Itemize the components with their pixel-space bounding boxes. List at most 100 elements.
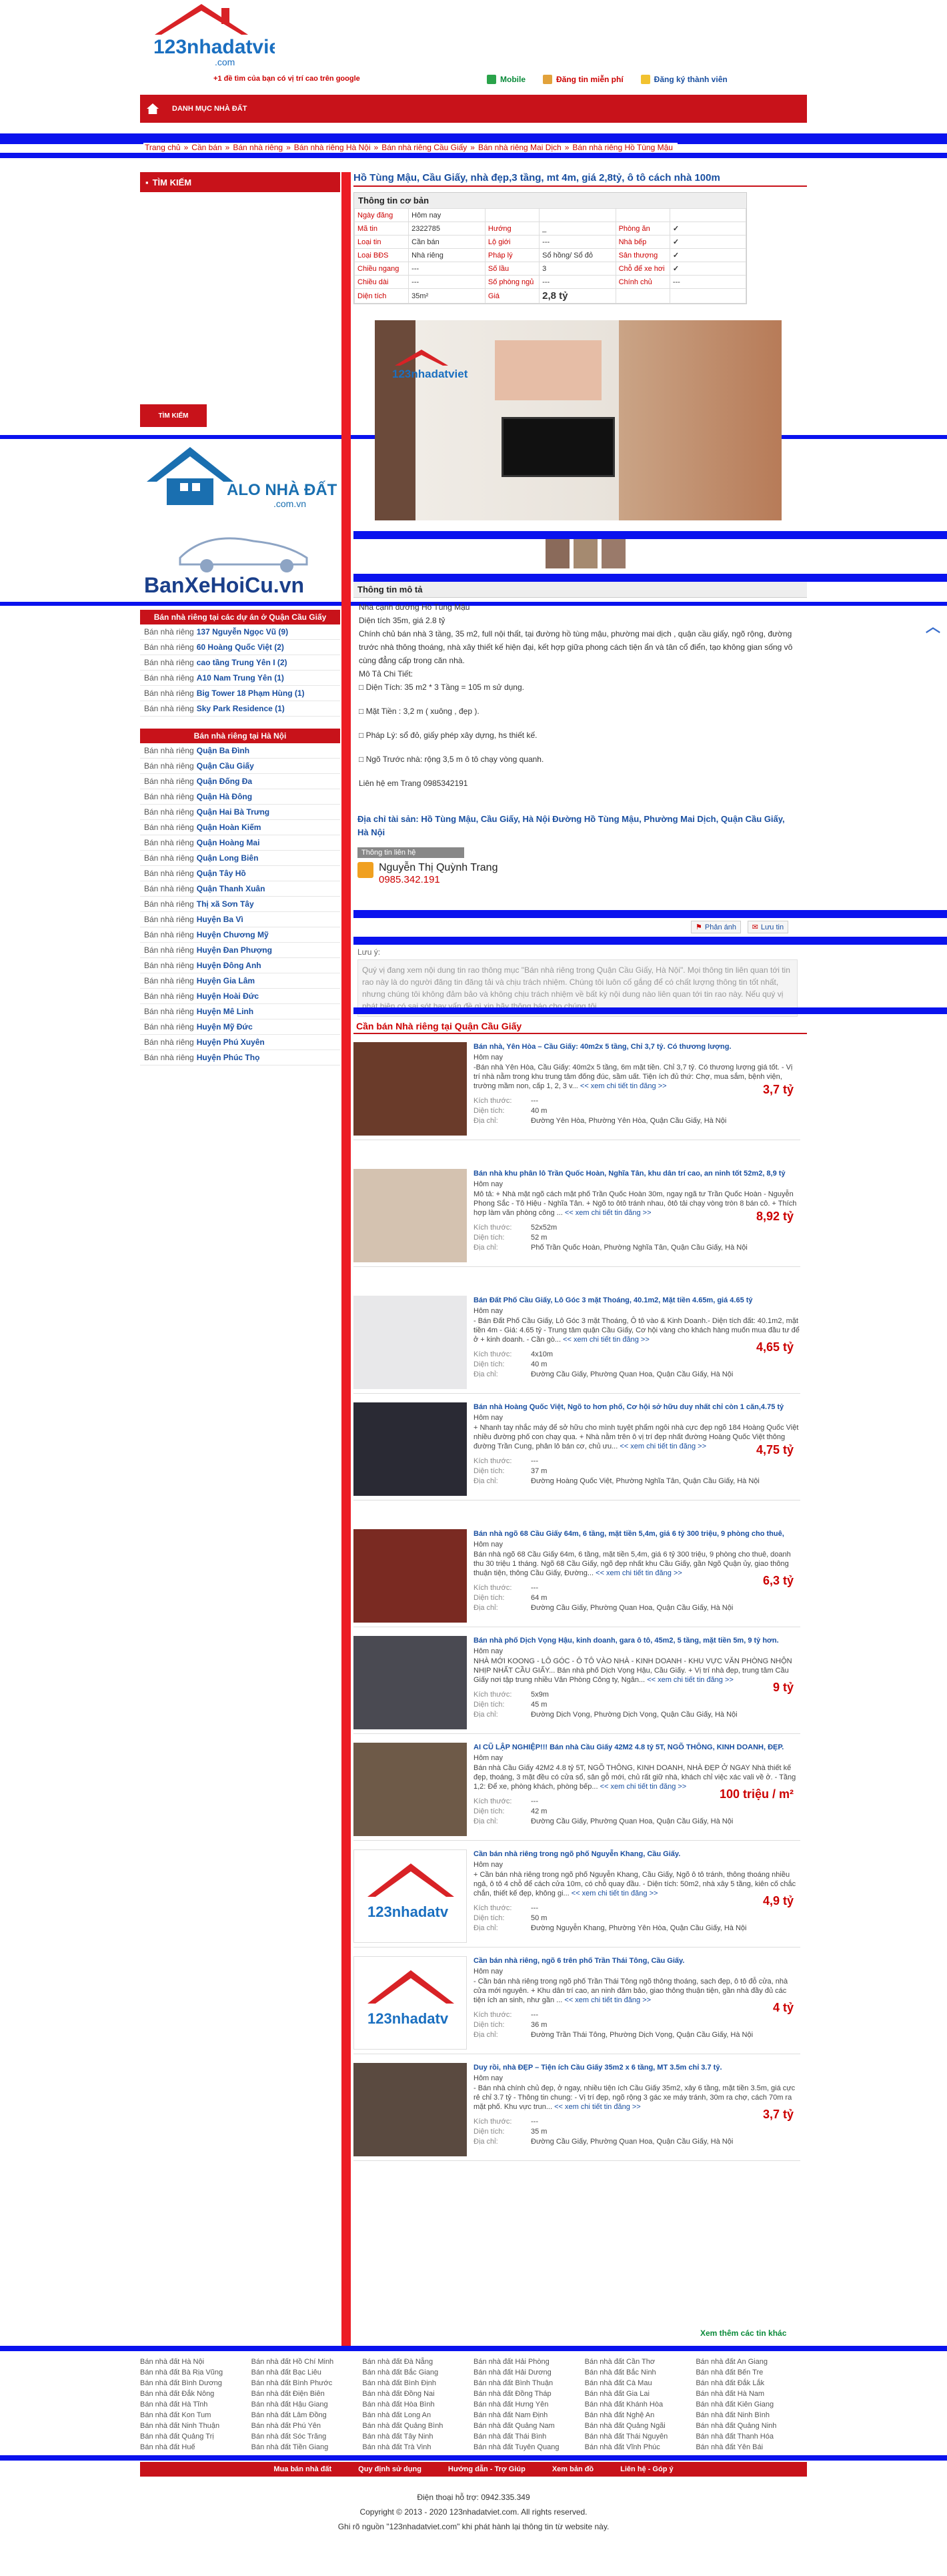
crumb-item[interactable]: Bán nhà riêng Mai Dịch: [478, 143, 562, 152]
footer-link[interactable]: Bán nhà đất Phú Yên: [251, 2422, 363, 2430]
crumb-item[interactable]: Bán nhà riêng: [233, 143, 283, 152]
listing-title[interactable]: Bán nhà khu phân lô Trần Quốc Hoàn, Nghĩ…: [474, 1169, 800, 1179]
crumb-home[interactable]: Trang chủ: [145, 143, 181, 152]
footer-link[interactable]: Bán nhà đất Bà Rịa Vũng: [140, 2369, 251, 2377]
footer-link[interactable]: Bán nhà đất Yên Bái: [696, 2443, 807, 2451]
footer-link[interactable]: Bán nhà đất Tây Ninh: [362, 2433, 474, 2441]
list-item[interactable]: Bán nhà riêng Sky Park Residence (1): [140, 701, 340, 717]
footer-link[interactable]: Bán nhà đất Bến Tre: [696, 2369, 807, 2377]
view-detail-link[interactable]: << xem chi tiết tin đăng >>: [563, 1336, 650, 1344]
footer-link[interactable]: Bán nhà đất Bắc Giang: [362, 2369, 474, 2377]
listing-thumbnail[interactable]: [353, 1042, 467, 1136]
footer-menu-item[interactable]: Quy định sử dụng: [358, 2465, 421, 2473]
footer-link[interactable]: Bán nhà đất Hậu Giang: [251, 2401, 363, 2409]
footer-menu-item[interactable]: Xem bản đồ: [552, 2465, 594, 2473]
footer-link[interactable]: Bán nhà đất Long An: [362, 2411, 474, 2419]
footer-link[interactable]: Bán nhà đất Bắc Ninh: [585, 2369, 696, 2377]
footer-link[interactable]: Bán nhà đất Quảng Ninh: [696, 2422, 807, 2430]
view-detail-link[interactable]: << xem chi tiết tin đăng >>: [596, 1569, 682, 1577]
banxehoicu-ad[interactable]: BanXeHoiCu.vn: [140, 518, 340, 598]
footer-link[interactable]: Bán nhà đất Thái Nguyên: [585, 2433, 696, 2441]
footer-link[interactable]: Bán nhà đất Đắk Lắk: [696, 2379, 807, 2387]
list-item[interactable]: Bán nhà riêng Huyện Gia Lâm: [140, 973, 340, 989]
view-detail-link[interactable]: << xem chi tiết tin đăng >>: [565, 1209, 652, 1217]
footer-link[interactable]: Bán nhà đất Bình Dương: [140, 2379, 251, 2387]
related-listing[interactable]: Bán nhà Hoàng Quốc Việt, Ngõ to hơn phố,…: [353, 1398, 800, 1500]
related-listing[interactable]: Bán nhà phố Dịch Vọng Hậu, kinh doanh, g…: [353, 1632, 800, 1734]
listing-title[interactable]: Bán nhà, Yên Hòa – Cầu Giấy: 40m2x 5 tần…: [474, 1042, 800, 1052]
crumb-item[interactable]: Bán nhà riêng Cầu Giấy: [381, 143, 467, 152]
listing-thumbnail[interactable]: [353, 1296, 467, 1389]
list-item[interactable]: Bán nhà riêng Huyện Đông Anh: [140, 958, 340, 973]
list-item[interactable]: Bán nhà riêng Quận Cầu Giấy: [140, 759, 340, 774]
list-item[interactable]: Bán nhà riêng Huyện Hoài Đức: [140, 989, 340, 1004]
footer-link[interactable]: Bán nhà đất Kiên Giang: [696, 2401, 807, 2409]
view-detail-link[interactable]: << xem chi tiết tin đăng >>: [572, 1889, 658, 1897]
footer-link[interactable]: Bán nhà đất Bình Định: [362, 2379, 474, 2387]
list-item[interactable]: Bán nhà riêng 60 Hoàng Quốc Việt (2): [140, 640, 340, 655]
listing-title[interactable]: Duy rồi, nhà ĐẸP – Tiện ích Cầu Giấy 35m…: [474, 2063, 800, 2073]
footer-link[interactable]: Bán nhà đất Lâm Đồng: [251, 2411, 363, 2419]
listing-title[interactable]: AI CŨ LẬP NGHIỆP!!! Bán nhà Cầu Giấy 42M…: [474, 1743, 800, 1753]
related-listing[interactable]: Bán nhà, Yên Hòa – Cầu Giấy: 40m2x 5 tần…: [353, 1038, 800, 1140]
thumbnail[interactable]: [546, 539, 570, 568]
related-listing[interactable]: Bán nhà khu phân lô Trần Quốc Hoàn, Nghĩ…: [353, 1165, 800, 1267]
footer-link[interactable]: Bán nhà đất Tuyên Quang: [474, 2443, 585, 2451]
footer-link[interactable]: Bán nhà đất Hưng Yên: [474, 2401, 585, 2409]
list-item[interactable]: Bán nhà riêng Huyện Đan Phượng: [140, 943, 340, 958]
related-listing[interactable]: 123nhadatv Cần bán nhà riêng, ngõ 6 trên …: [353, 1952, 800, 2054]
related-listing[interactable]: AI CŨ LẬP NGHIỆP!!! Bán nhà Cầu Giấy 42M…: [353, 1739, 800, 1841]
list-item[interactable]: Bán nhà riêng Huyện Mỹ Đức: [140, 1019, 340, 1035]
footer-link[interactable]: Bán nhà đất Hồ Chí Minh: [251, 2358, 363, 2366]
footer-link[interactable]: Bán nhà đất Đà Nẵng: [362, 2358, 474, 2366]
more-link[interactable]: Xem thêm các tin khác: [700, 2328, 786, 2338]
footer-link[interactable]: Bán nhà đất Thanh Hóa: [696, 2433, 807, 2441]
footer-link[interactable]: Bán nhà đất Hà Nam: [696, 2390, 807, 2398]
footer-link[interactable]: Bán nhà đất Cần Thơ: [585, 2358, 696, 2366]
listing-title[interactable]: Bán nhà ngõ 68 Cầu Giấy 64m, 6 tầng, mặt…: [474, 1529, 800, 1539]
register-link[interactable]: Đăng ký thành viên: [640, 75, 728, 84]
related-listing[interactable]: 123nhadatv Cần bán nhà riêng trong ngõ ph…: [353, 1845, 800, 1948]
list-item[interactable]: Bán nhà riêng Quận Hai Bà Trưng: [140, 805, 340, 820]
footer-link[interactable]: Bán nhà đất Thái Bình: [474, 2433, 585, 2441]
footer-link[interactable]: Bán nhà đất Kon Tum: [140, 2411, 251, 2419]
listing-thumbnail[interactable]: [353, 1743, 467, 1836]
crumb-item[interactable]: Cần bán: [191, 143, 221, 152]
menu-category[interactable]: DANH MỤC NHÀ ĐẤT: [172, 105, 247, 113]
list-item[interactable]: Bán nhà riêng Quận Hà Đông: [140, 789, 340, 805]
footer-link[interactable]: Bán nhà đất Cà Mau: [585, 2379, 696, 2387]
footer-link[interactable]: Bán nhà đất Bình Thuận: [474, 2379, 585, 2387]
view-detail-link[interactable]: << xem chi tiết tin đăng >>: [647, 1676, 734, 1684]
contact-phone[interactable]: 0985.342.191: [379, 874, 498, 885]
list-item[interactable]: Bán nhà riêng 137 Nguyễn Ngọc Vũ (9): [140, 624, 340, 640]
footer-link[interactable]: Bán nhà đất Sóc Trăng: [251, 2433, 363, 2441]
list-item[interactable]: Bán nhà riêng Quận Đống Đa: [140, 774, 340, 789]
list-item[interactable]: Bán nhà riêng Huyện Phú Xuyên: [140, 1035, 340, 1050]
listing-title[interactable]: Bán nhà Hoàng Quốc Việt, Ngõ to hơn phố,…: [474, 1402, 800, 1412]
list-item[interactable]: Bán nhà riêng cao tầng Trung Yên I (2): [140, 655, 340, 671]
listing-thumbnail[interactable]: [353, 1529, 467, 1623]
list-item[interactable]: Bán nhà riêng A10 Nam Trung Yên (1): [140, 671, 340, 686]
footer-link[interactable]: Bán nhà đất Tiền Giang: [251, 2443, 363, 2451]
listing-photo[interactable]: 123nhadatviet: [375, 320, 782, 520]
listing-title[interactable]: Bán Đất Phố Cầu Giấy, Lô Góc 3 mặt Thoán…: [474, 1296, 800, 1306]
crumb-item[interactable]: Bán nhà riêng Hà Nội: [294, 143, 371, 152]
footer-link[interactable]: Bán nhà đất Khánh Hòa: [585, 2401, 696, 2409]
list-item[interactable]: Bán nhà riêng Huyện Chương Mỹ: [140, 927, 340, 943]
post-free-link[interactable]: Đăng tin miễn phí: [543, 75, 624, 84]
view-detail-link[interactable]: << xem chi tiết tin đăng >>: [600, 1783, 687, 1791]
footer-link[interactable]: Bán nhà đất Đắk Nông: [140, 2390, 251, 2398]
thumbnail[interactable]: [574, 539, 598, 568]
footer-link[interactable]: Bán nhà đất Đồng Tháp: [474, 2390, 585, 2398]
list-item[interactable]: Bán nhà riêng Huyện Phúc Thọ: [140, 1050, 340, 1065]
footer-link[interactable]: Bán nhà đất Hà Nội: [140, 2358, 251, 2366]
listing-thumbnail[interactable]: 123nhadatv: [353, 1849, 467, 1943]
footer-link[interactable]: Bán nhà đất An Giang: [696, 2358, 807, 2366]
list-item[interactable]: Bán nhà riêng Huyện Mê Linh: [140, 1004, 340, 1019]
thumbnail[interactable]: [602, 539, 626, 568]
listing-thumbnail[interactable]: [353, 1169, 467, 1262]
footer-link[interactable]: Bán nhà đất Vĩnh Phúc: [585, 2443, 696, 2451]
report-button[interactable]: ⚑ Phản ánh: [691, 921, 741, 933]
footer-link[interactable]: Bán nhà đất Gia Lai: [585, 2390, 696, 2398]
footer-link[interactable]: Bán nhà đất Bạc Liêu: [251, 2369, 363, 2377]
